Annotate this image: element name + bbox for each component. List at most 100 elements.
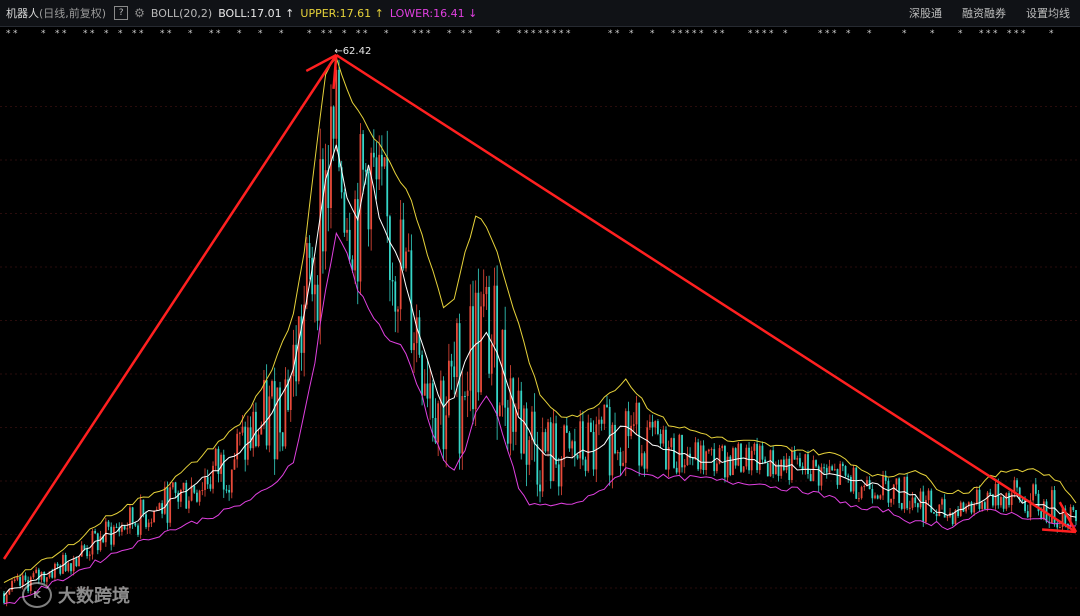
candle-body	[659, 433, 662, 444]
event-marker: *	[979, 29, 984, 39]
candle-body	[683, 465, 686, 468]
candle-body	[544, 432, 547, 452]
candle-body	[761, 445, 764, 460]
candle-body	[753, 443, 756, 451]
candle-body	[386, 157, 389, 217]
link-ma-settings[interactable]: 设置均线	[1026, 5, 1070, 21]
watermark: K 大数跨境	[22, 582, 130, 608]
candle-body	[405, 251, 407, 269]
candle-body	[547, 422, 549, 452]
event-marker: *	[930, 29, 935, 39]
event-marker: *	[699, 29, 704, 39]
candle-body	[343, 192, 346, 233]
candle-body	[169, 487, 172, 523]
adjust-mode[interactable]: (日线,前复权)	[39, 5, 106, 21]
candle-body	[855, 467, 858, 499]
event-marker: *	[62, 29, 67, 39]
candle-body	[134, 523, 137, 526]
event-marker: *	[6, 29, 11, 39]
candle-body	[975, 489, 978, 504]
candle-body	[557, 464, 560, 487]
candle-body	[512, 378, 515, 432]
candle-body	[75, 558, 78, 567]
gear-icon[interactable]: ⚙	[134, 6, 145, 20]
candle-body	[461, 396, 464, 454]
candle-body	[533, 411, 536, 445]
candle-body	[927, 490, 930, 501]
price-chart[interactable]: * * * * * * * * * * * * * * * * * * * * * * * * * * * * * * * * * * * * * * * *…	[0, 27, 1080, 616]
candle-body	[903, 476, 906, 509]
event-marker: *	[825, 29, 830, 39]
event-marker: *	[769, 29, 774, 39]
event-marker: *	[447, 29, 452, 39]
candle-body	[670, 438, 673, 448]
candle-body	[410, 250, 413, 351]
stock-name[interactable]: 机器人	[6, 5, 39, 21]
candle-body	[793, 450, 796, 460]
link-sgt[interactable]: 深股通	[909, 5, 942, 21]
candle-body	[769, 450, 772, 477]
candle-body	[372, 152, 375, 158]
candle-body	[193, 485, 196, 493]
candle-body	[1018, 487, 1021, 500]
event-marker: *	[846, 29, 851, 39]
candle-body	[598, 419, 600, 425]
event-marker: *	[160, 29, 165, 39]
candle-body	[627, 411, 630, 437]
candle-body	[397, 309, 399, 312]
event-marker: *	[1014, 29, 1019, 39]
candle-body	[758, 445, 761, 471]
candle-body	[389, 216, 391, 281]
candle-body	[887, 480, 890, 503]
candle-body	[429, 383, 432, 399]
candle-body	[981, 502, 984, 509]
candle-body	[812, 460, 815, 482]
event-marker: *	[356, 29, 361, 39]
candle-body	[402, 219, 405, 269]
candle-body	[126, 528, 129, 530]
candle-body	[603, 404, 606, 424]
candle-body	[346, 229, 348, 233]
candle-body	[348, 229, 351, 260]
candle-body	[734, 448, 737, 466]
candle-body	[694, 442, 697, 460]
candle-body	[185, 482, 188, 509]
candle-body	[831, 466, 834, 471]
candle-body	[70, 563, 72, 572]
candle-body	[726, 456, 729, 478]
link-margin[interactable]: 融资融券	[962, 5, 1006, 21]
candle-body	[421, 354, 423, 396]
event-marker: *	[692, 29, 697, 39]
candle-body	[702, 445, 705, 470]
candle-body	[206, 477, 209, 485]
candle-body	[276, 387, 279, 460]
candle-body	[19, 576, 21, 586]
candle-body	[807, 454, 809, 475]
candle-body	[289, 376, 292, 411]
candle-body	[520, 390, 523, 454]
candle-body	[1008, 493, 1010, 505]
candle-body	[72, 558, 75, 572]
candle-body	[391, 280, 394, 282]
event-marker: *	[538, 29, 543, 39]
candle-body	[445, 415, 448, 450]
candle-body	[914, 497, 917, 504]
event-marker: *	[118, 29, 123, 39]
candle-body	[493, 285, 496, 345]
candle-body	[196, 492, 198, 502]
indicator-name[interactable]: BOLL(20,2)	[151, 7, 212, 20]
event-markers: * * * * * * * * * * * * * * * * * * * * * * * * * * * * * * * * * * * * * * * *…	[6, 29, 1054, 39]
help-icon[interactable]: ?	[114, 6, 129, 20]
event-marker: *	[671, 29, 676, 39]
candle-body	[129, 507, 131, 529]
candle-body	[273, 381, 276, 460]
watermark-text: 大数跨境	[58, 586, 130, 607]
candle-body	[715, 463, 718, 472]
candle-body	[174, 482, 177, 493]
candle-body	[437, 403, 440, 443]
series-mid	[3, 144, 1077, 597]
candle-body	[785, 458, 788, 471]
boll-value: BOLL:17.01 ↑	[218, 6, 295, 20]
candle-body	[606, 404, 608, 407]
candle-body	[482, 294, 485, 307]
